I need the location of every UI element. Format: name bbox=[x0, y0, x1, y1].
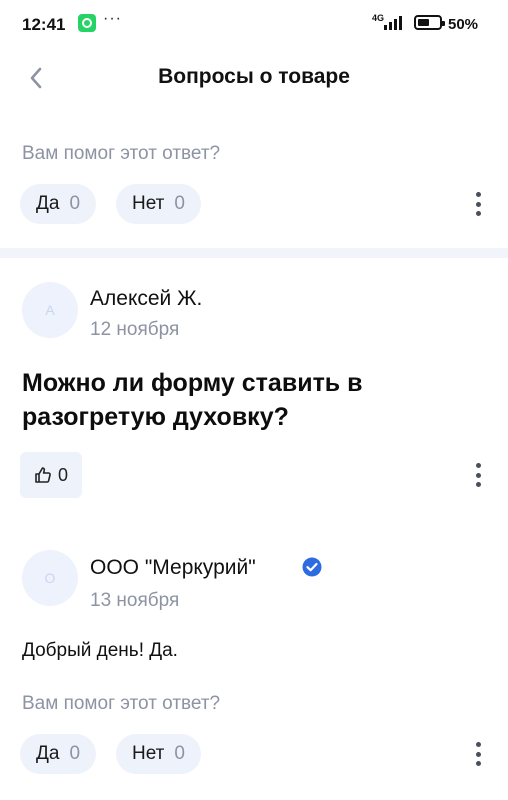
verified-check-icon bbox=[302, 557, 322, 577]
question-text: Можно ли форму ставить в разогретую духо… bbox=[22, 369, 363, 431]
more-options-button[interactable] bbox=[468, 739, 488, 769]
yes-button[interactable]: Да 0 bbox=[20, 184, 97, 224]
app-header: Вопросы о товаре bbox=[0, 50, 508, 108]
status-time: 12:41 bbox=[22, 15, 66, 34]
section-divider bbox=[0, 248, 508, 258]
helpful-question: Вам помог этот ответ? bbox=[22, 143, 221, 164]
thumbs-up-icon bbox=[35, 467, 51, 483]
yes-label: Да bbox=[36, 193, 60, 214]
status-bar: 12:41 ··· 4G 50% bbox=[0, 0, 508, 50]
no-count: 0 bbox=[174, 193, 185, 214]
no-count: 0 bbox=[174, 743, 185, 764]
network-type: 4G bbox=[372, 13, 385, 23]
whatsapp-icon bbox=[78, 14, 96, 32]
no-button[interactable]: Нет 0 bbox=[116, 734, 201, 774]
yes-button[interactable]: Да 0 bbox=[20, 734, 97, 774]
seller-avatar: О bbox=[22, 550, 78, 606]
no-label: Нет bbox=[132, 743, 165, 764]
answer-author: ООО "Меркурий" bbox=[90, 556, 256, 579]
like-count: 0 bbox=[57, 464, 68, 485]
yes-count: 0 bbox=[69, 743, 81, 764]
question-author: Алексей Ж. bbox=[90, 287, 203, 310]
avatar-letter: А bbox=[45, 302, 55, 318]
more-notifications-icon: ··· bbox=[103, 10, 122, 27]
answer-text: Добрый день! Да. bbox=[22, 640, 178, 661]
avatar-letter: О bbox=[44, 570, 56, 586]
no-label: Нет bbox=[132, 193, 165, 214]
battery-percent: 50% bbox=[448, 16, 479, 33]
battery-icon bbox=[414, 15, 445, 30]
yes-count: 0 bbox=[69, 193, 81, 214]
answer-date: 13 ноября bbox=[90, 590, 180, 611]
avatar: А bbox=[22, 282, 78, 338]
yes-label: Да bbox=[36, 743, 60, 764]
more-options-button[interactable] bbox=[468, 189, 488, 219]
no-button[interactable]: Нет 0 bbox=[116, 184, 201, 224]
helpful-question: Вам помог этот ответ? bbox=[22, 693, 221, 714]
signal-icon: 4G bbox=[372, 14, 408, 32]
more-options-button[interactable] bbox=[468, 460, 488, 490]
like-button[interactable]: 0 bbox=[20, 452, 82, 498]
question-date: 12 ноября bbox=[90, 319, 180, 340]
page-title: Вопросы о товаре bbox=[158, 65, 350, 88]
